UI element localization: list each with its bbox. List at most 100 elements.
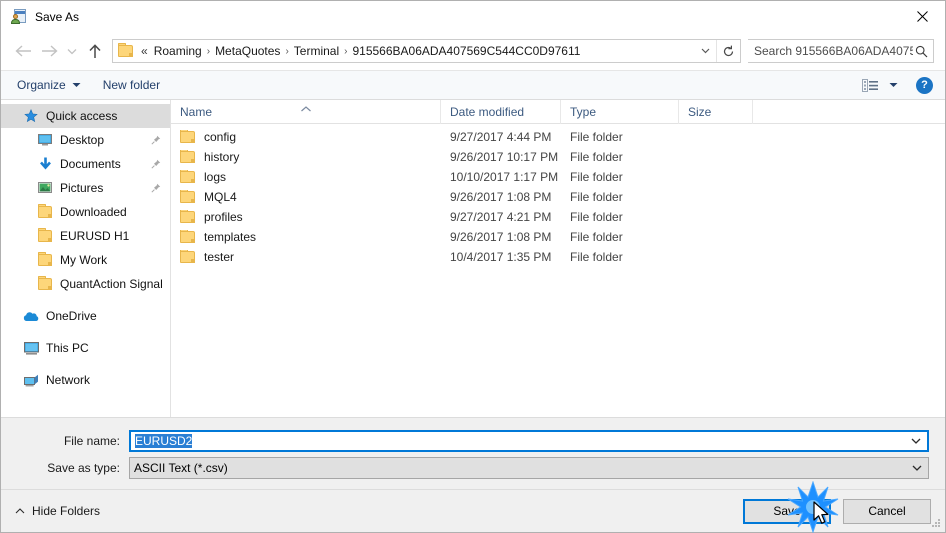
sidebar-item-eurusd-h1[interactable]: EURUSD H1 (1, 224, 170, 248)
command-toolbar: Organize New folder ? (1, 70, 945, 100)
folder-icon (180, 150, 195, 163)
table-row[interactable]: profiles 9/27/2017 4:21 PM File folder (171, 207, 945, 227)
file-name-selected-text: EURUSD2 (135, 434, 193, 448)
folder-icon (37, 228, 53, 244)
sidebar-item-documents[interactable]: Documents (1, 152, 170, 176)
save-as-type-chevron-down-icon[interactable] (906, 465, 928, 471)
pin-icon[interactable] (150, 183, 162, 193)
search-placeholder: Search 915566BA06ADA40756... (754, 44, 913, 58)
sidebar-item-label: Pictures (60, 181, 104, 195)
back-arrow-icon[interactable] (10, 38, 36, 64)
breadcrumb-item-1[interactable]: MetaQuotes (211, 44, 284, 58)
file-name-row: File name: EURUSD2 (17, 430, 929, 452)
sidebar-item-this-pc[interactable]: This PC (1, 336, 170, 360)
cancel-button-label: Cancel (868, 504, 906, 518)
save-as-dialog: Save As « Roaming › MetaQuotes › Termina… (0, 0, 946, 533)
file-type-cell: File folder (570, 230, 623, 244)
column-header-date-modified[interactable]: Date modified (441, 99, 561, 124)
recent-locations-chevron-icon[interactable] (62, 38, 82, 64)
pin-icon[interactable] (150, 135, 162, 145)
search-icon (913, 45, 929, 58)
help-label: ? (921, 79, 928, 91)
breadcrumb-item-2[interactable]: Terminal (290, 44, 343, 58)
navigation-sidebar: Quick access Desktop Documents Pictures … (1, 100, 171, 417)
forward-arrow-icon[interactable] (36, 38, 62, 64)
save-button[interactable]: Save (743, 498, 831, 524)
folder-icon (37, 252, 53, 268)
file-type-cell: File folder (570, 190, 623, 204)
file-name-text: config (204, 130, 237, 144)
table-row[interactable]: tester 10/4/2017 1:35 PM File folder (171, 247, 945, 267)
column-header-size[interactable]: Size (679, 99, 753, 124)
table-row[interactable]: config 9/27/2017 4:44 PM File folder (171, 127, 945, 147)
new-folder-button[interactable]: New folder (103, 78, 160, 92)
view-options-icon (862, 78, 879, 92)
dialog-body: Quick access Desktop Documents Pictures … (1, 99, 945, 417)
file-name-label: File name: (63, 434, 120, 448)
view-options-button[interactable] (862, 78, 898, 92)
save-as-type-row: Save as type: ASCII Text (*.csv) (17, 457, 929, 479)
file-name-text: logs (204, 170, 227, 184)
download-arrow-icon (37, 156, 53, 172)
save-as-type-select[interactable]: ASCII Text (*.csv) (129, 457, 929, 479)
file-name-cell: logs (171, 170, 441, 184)
sidebar-item-pictures[interactable]: Pictures (1, 176, 170, 200)
file-type-cell: File folder (570, 170, 623, 184)
file-date-cell: 9/26/2017 10:17 PM (450, 150, 559, 164)
file-name-input[interactable]: EURUSD2 (129, 430, 929, 452)
table-row[interactable]: templates 9/26/2017 1:08 PM File folder (171, 227, 945, 247)
file-date-cell: 9/27/2017 4:21 PM (450, 210, 552, 224)
window-title: Save As (35, 9, 80, 24)
sidebar-item-quick-access[interactable]: Quick access (1, 104, 170, 128)
folder-icon (180, 130, 195, 143)
organize-button[interactable]: Organize (17, 78, 81, 92)
star-icon (23, 108, 39, 124)
sidebar-item-desktop[interactable]: Desktop (1, 128, 170, 152)
folder-icon (37, 204, 53, 220)
column-header-name[interactable]: Name (171, 99, 441, 124)
file-name-cell: profiles (171, 210, 441, 224)
address-dropdown-chevron-icon[interactable] (694, 40, 716, 62)
cloud-icon (23, 308, 39, 324)
search-input[interactable]: Search 915566BA06ADA40756... (748, 39, 934, 63)
file-date-cell: 9/27/2017 4:44 PM (450, 130, 552, 144)
file-name-chevron-down-icon[interactable] (905, 438, 927, 444)
column-label: Size (688, 104, 712, 119)
up-arrow-icon[interactable] (82, 38, 108, 64)
breadcrumb-item-3[interactable]: 915566BA06ADA407569C544CC0D97611 (348, 44, 584, 58)
resize-grip[interactable] (931, 518, 942, 529)
sidebar-item-label: Downloaded (60, 205, 127, 219)
close-icon[interactable] (899, 1, 945, 32)
file-name-cell: config (171, 130, 441, 144)
help-button[interactable]: ? (916, 76, 933, 94)
view-chevron-down-icon[interactable] (889, 82, 898, 88)
file-date-cell: 9/26/2017 1:08 PM (450, 230, 552, 244)
save-button-label: Save (773, 504, 801, 518)
hide-folders-button[interactable]: Hide Folders (15, 504, 100, 518)
save-as-icon (11, 8, 27, 25)
refresh-icon[interactable] (716, 40, 740, 62)
sidebar-item-quantaction-signal[interactable]: QuantAction Signal (1, 272, 170, 296)
folder-icon (180, 170, 195, 183)
folder-icon (180, 250, 195, 263)
sidebar-item-label: OneDrive (46, 309, 97, 323)
column-header-type[interactable]: Type (561, 99, 679, 124)
file-name-cell: MQL4 (171, 190, 441, 204)
table-row[interactable]: MQL4 9/26/2017 1:08 PM File folder (171, 187, 945, 207)
sidebar-item-downloaded[interactable]: Downloaded (1, 200, 170, 224)
file-name-text: MQL4 (204, 190, 237, 204)
breadcrumb-overflow[interactable]: « (138, 44, 150, 58)
column-label: Name (180, 104, 213, 119)
table-row[interactable]: logs 10/10/2017 1:17 PM File folder (171, 167, 945, 187)
breadcrumb-item-0[interactable]: Roaming (150, 44, 206, 58)
address-bar[interactable]: « Roaming › MetaQuotes › Terminal › 9155… (112, 39, 741, 63)
cancel-button[interactable]: Cancel (843, 498, 931, 524)
save-form: File name: EURUSD2 Save as type: ASCII T… (1, 417, 945, 489)
pin-icon[interactable] (150, 159, 162, 169)
chevron-down-icon (72, 82, 81, 88)
table-row[interactable]: history 9/26/2017 10:17 PM File folder (171, 147, 945, 167)
sidebar-item-my-work[interactable]: My Work (1, 248, 170, 272)
sidebar-item-network[interactable]: Network (1, 368, 170, 392)
folder-icon (118, 42, 134, 58)
sidebar-item-onedrive[interactable]: OneDrive (1, 304, 170, 328)
